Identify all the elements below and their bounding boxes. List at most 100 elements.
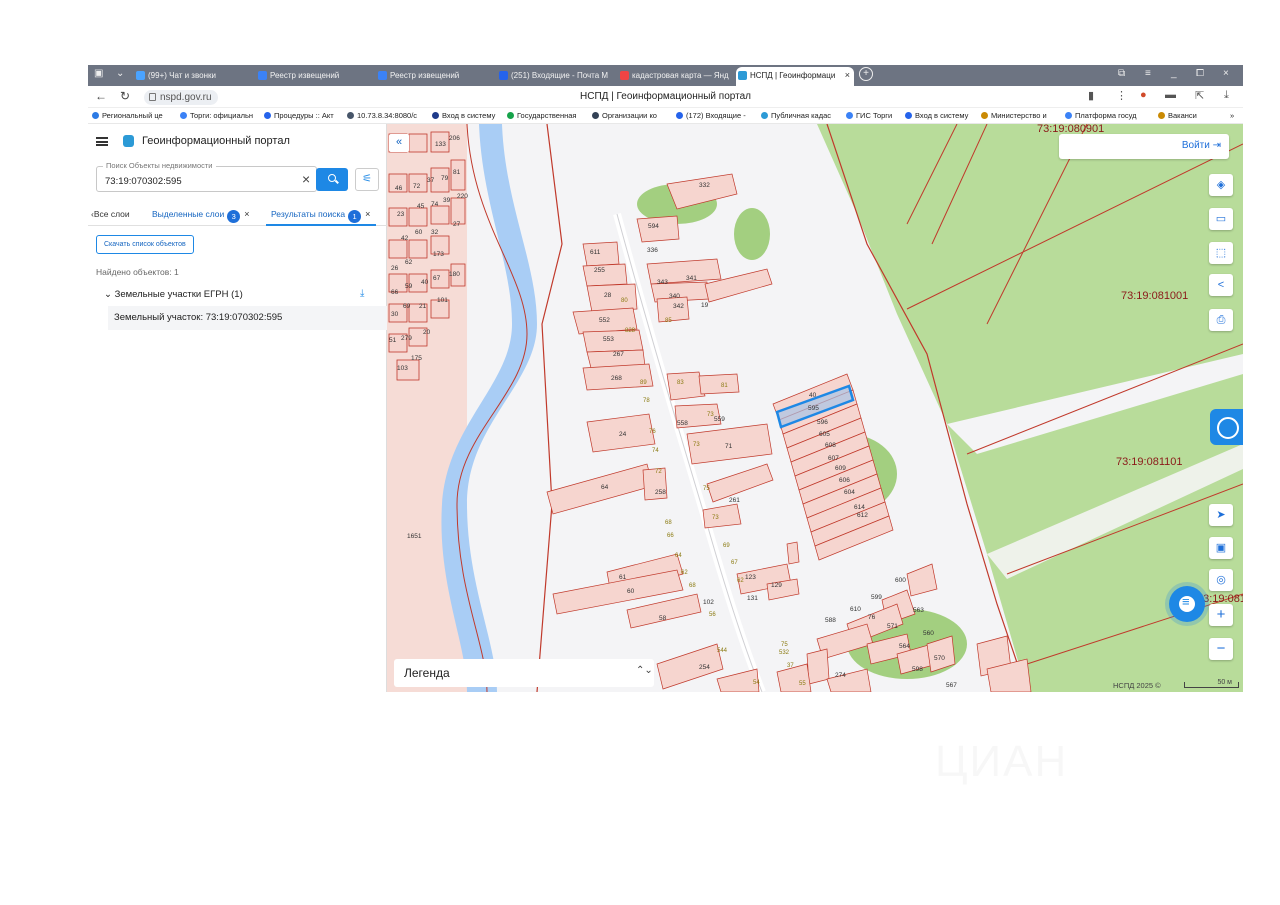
tabs-dropdown-icon[interactable]: ⌄ xyxy=(116,68,124,79)
restore-icon[interactable]: ⧠ xyxy=(1196,68,1204,79)
clear-search-icon[interactable]: × xyxy=(302,171,310,187)
close-icon[interactable]: × xyxy=(244,209,249,219)
bookmark-item[interactable]: Министерство и xyxy=(981,111,1047,120)
bookmark-icon xyxy=(180,112,187,119)
collections-icon[interactable]: ⧉ xyxy=(1118,68,1125,79)
tab-selected-layers[interactable]: Выделенные слои 3 × xyxy=(152,209,250,223)
bookmark-item[interactable]: Процедуры :: Акт xyxy=(264,111,334,120)
bookmark-item[interactable]: Торги: официальн xyxy=(180,111,253,120)
svg-text:73: 73 xyxy=(707,412,714,418)
svg-text:611: 611 xyxy=(590,249,601,256)
svg-text:83: 83 xyxy=(677,380,684,386)
hat-icon[interactable]: ▬ xyxy=(1165,89,1176,101)
minimize-icon[interactable]: _ xyxy=(1171,68,1177,79)
login-button[interactable]: Войти ⇥ xyxy=(1059,134,1229,159)
panel-tabs: ‹Все слои Выделенные слои 3 × Результаты п… xyxy=(88,204,387,226)
tab-registry-1[interactable]: Реестр извещений xyxy=(256,67,366,86)
area-select-icon[interactable]: ⬚ xyxy=(1209,242,1233,264)
collapse-panel-button[interactable]: « xyxy=(389,134,409,152)
minimap-icon[interactable]: ▣ xyxy=(1209,537,1233,559)
svg-text:609: 609 xyxy=(835,465,846,472)
download-list-button[interactable]: Скачать список объектов xyxy=(96,235,194,254)
svg-text:571: 571 xyxy=(887,623,898,630)
print-icon[interactable]: ⎙ xyxy=(1209,309,1233,331)
bookmark-item[interactable]: Платформа госуд xyxy=(1065,111,1137,120)
bookmark-item[interactable]: ГИС Торги xyxy=(846,111,892,120)
location-pin-icon[interactable]: ◎ xyxy=(1209,569,1233,591)
search-input[interactable] xyxy=(105,176,285,187)
download-icon[interactable]: ⤓ xyxy=(360,288,364,299)
tab-search-results[interactable]: Результаты поиска 1 × xyxy=(271,209,370,223)
chat-icon[interactable] xyxy=(1169,586,1205,622)
tab-all-layers[interactable]: ‹Все слои xyxy=(91,209,130,219)
tab-mail[interactable]: (251) Входящие - Почта М xyxy=(497,67,615,86)
geolocation-icon[interactable]: ➤ xyxy=(1209,504,1233,526)
close-tab-icon[interactable]: × xyxy=(845,67,850,84)
more-icon[interactable]: ⋮ xyxy=(1116,89,1127,102)
svg-text:341: 341 xyxy=(686,275,697,282)
bookmark-icon xyxy=(981,112,988,119)
menu-icon[interactable] xyxy=(96,137,108,146)
bookmark-item[interactable]: 10.73.8.34:8080/c xyxy=(347,111,417,120)
extension-icon[interactable]: ● xyxy=(1140,89,1147,101)
svg-text:69: 69 xyxy=(723,543,730,549)
svg-text:68: 68 xyxy=(665,520,672,526)
bookmark-icon xyxy=(846,112,853,119)
layers-icon[interactable]: ◈ xyxy=(1209,174,1233,196)
tab-yandex-map[interactable]: кадастровая карта — Янд xyxy=(618,67,734,86)
more-bookmarks-icon[interactable]: » xyxy=(1230,111,1234,120)
svg-text:64: 64 xyxy=(675,553,682,559)
svg-text:828: 828 xyxy=(625,328,636,334)
map-view[interactable]: 595 332 594 336 611 255 28 552 553 267 2… xyxy=(387,124,1243,692)
bookmark-item[interactable]: Публичная кадас xyxy=(761,111,831,120)
quarter-label: 73:19:081001 xyxy=(1121,290,1188,302)
zoom-out-button[interactable]: − xyxy=(1209,638,1233,660)
svg-text:340: 340 xyxy=(669,293,680,300)
chevron-down-icon: ⌄ xyxy=(104,289,115,300)
bookmark-item[interactable]: (172) Входящие - xyxy=(676,111,746,120)
zoom-in-button[interactable]: + xyxy=(1209,604,1233,626)
tab-chat[interactable]: (99+) Чат и звонки xyxy=(134,67,244,86)
svg-text:570: 570 xyxy=(934,655,945,662)
close-window-icon[interactable]: × xyxy=(1223,68,1229,79)
bookmark-item[interactable]: Вход в систему xyxy=(905,111,968,120)
ruler-icon[interactable]: ▭ xyxy=(1209,208,1233,230)
bookmark-item[interactable]: Вход в систему xyxy=(432,111,495,120)
svg-text:131: 131 xyxy=(747,595,758,602)
new-tab-icon[interactable]: + xyxy=(859,67,873,81)
download-icon[interactable]: ⤓ xyxy=(1224,89,1229,102)
result-group[interactable]: ⌄ Земельные участки ЕГРН (1) xyxy=(104,289,243,300)
share-icon[interactable]: ⇱ xyxy=(1195,89,1204,102)
svg-text:32: 32 xyxy=(431,229,439,236)
filter-settings-icon[interactable]: ⚟ xyxy=(355,168,379,191)
svg-text:60: 60 xyxy=(627,588,635,595)
legend-dropdown[interactable]: Легенда ⌃⌄ xyxy=(394,659,654,687)
side-panel-icon[interactable] xyxy=(1210,409,1243,445)
bookmark-icon[interactable]: ▮ xyxy=(1088,89,1094,102)
portal-logo-icon xyxy=(123,135,134,147)
found-count: Найдено объектов: 1 xyxy=(96,267,179,277)
tab-registry-2[interactable]: Реестр извещений xyxy=(376,67,486,86)
share-icon[interactable]: < xyxy=(1209,274,1233,296)
shield-icon xyxy=(378,71,387,80)
tab-nspd-active[interactable]: НСПД | Геоинформаци × xyxy=(736,67,854,86)
svg-text:37: 37 xyxy=(427,177,435,184)
search-button[interactable] xyxy=(316,168,348,191)
bookmark-item[interactable]: Государственная xyxy=(507,111,576,120)
svg-text:206: 206 xyxy=(449,135,460,142)
browser-menu-icon[interactable]: ▣ xyxy=(94,68,103,79)
close-icon[interactable]: × xyxy=(365,209,370,219)
svg-text:81: 81 xyxy=(721,383,728,389)
bookmark-item[interactable]: Региональный це xyxy=(92,111,163,120)
svg-text:560: 560 xyxy=(923,630,934,637)
svg-text:605: 605 xyxy=(819,431,830,438)
result-item[interactable]: Земельный участок: 73:19:070302:595 xyxy=(108,306,387,330)
bookmark-item[interactable]: Организации ко xyxy=(592,111,657,120)
svg-text:40: 40 xyxy=(809,392,817,399)
svg-text:129: 129 xyxy=(771,582,782,589)
bookmark-item[interactable]: Ваканси xyxy=(1158,111,1197,120)
svg-text:74: 74 xyxy=(431,201,439,208)
map-canvas[interactable]: 595 332 594 336 611 255 28 552 553 267 2… xyxy=(387,124,1243,692)
menu-icon[interactable]: ≡ xyxy=(1145,68,1151,79)
svg-text:343: 343 xyxy=(657,279,668,286)
